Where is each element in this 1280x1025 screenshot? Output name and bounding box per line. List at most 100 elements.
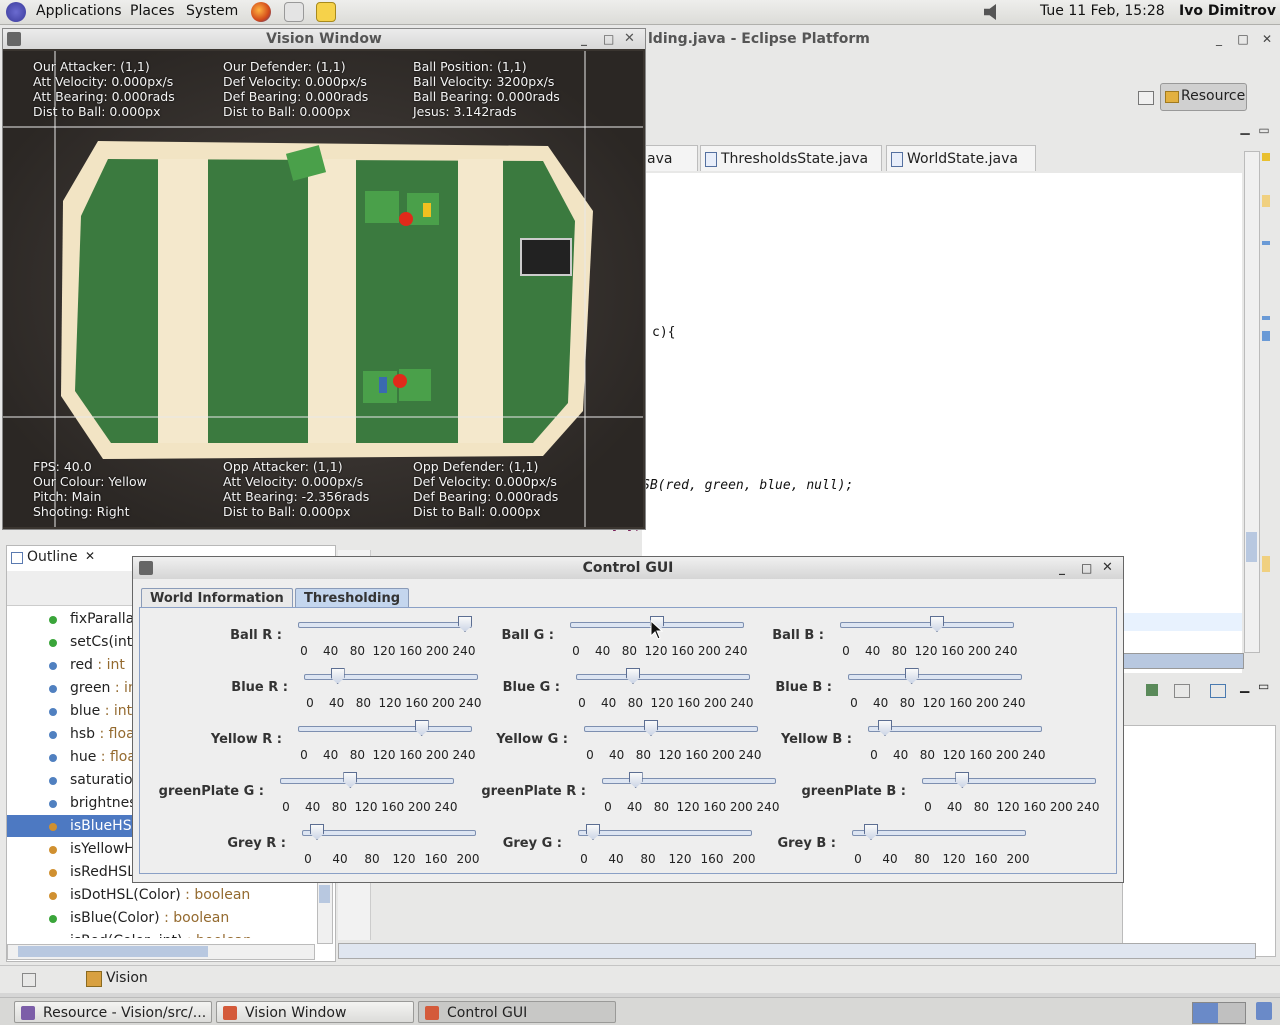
editor-tab-1[interactable]: ava bbox=[644, 145, 698, 171]
tab-thresholding[interactable]: Thresholding bbox=[295, 588, 410, 608]
trash-icon[interactable] bbox=[1256, 1002, 1272, 1020]
outline-item[interactable]: isDotHSL(Color) : boolean bbox=[7, 884, 317, 906]
places-menu[interactable]: Places bbox=[130, 3, 175, 19]
slider-thumb[interactable] bbox=[330, 668, 345, 684]
close-button[interactable]: ✕ bbox=[1260, 32, 1274, 46]
threshold-slider[interactable]: 0 40 80 120 160 200 bbox=[302, 824, 479, 866]
slider-thumb[interactable] bbox=[644, 720, 658, 736]
slider-track[interactable] bbox=[852, 830, 1026, 836]
status-project-label[interactable]: Vision bbox=[106, 970, 148, 986]
slider-track[interactable] bbox=[576, 674, 750, 680]
slider-thumb[interactable] bbox=[414, 720, 429, 736]
slider-track[interactable] bbox=[602, 778, 776, 784]
outline-tab[interactable]: Outline ✕ bbox=[9, 546, 105, 570]
maximize-button[interactable]: □ bbox=[603, 29, 614, 49]
scrollbar-thumb[interactable] bbox=[319, 885, 330, 903]
threshold-slider[interactable]: 0 40 80 120 160 200 bbox=[852, 824, 1029, 866]
close-button[interactable]: ✕ bbox=[1102, 557, 1113, 579]
slider-track[interactable] bbox=[298, 726, 472, 732]
volume-icon[interactable] bbox=[984, 4, 996, 20]
warning-marker[interactable] bbox=[1262, 153, 1270, 161]
minimize-button[interactable]: _ bbox=[581, 29, 587, 49]
mail-icon[interactable] bbox=[284, 2, 304, 22]
task-control-gui[interactable]: Control GUI bbox=[418, 1001, 616, 1023]
editor-maximize-button[interactable]: ▭ bbox=[1257, 123, 1271, 137]
slider-track[interactable] bbox=[304, 674, 478, 680]
scrollbar-thumb[interactable] bbox=[1246, 532, 1257, 562]
editor-tab-thresholdsstate[interactable]: ThresholdsState.java bbox=[700, 145, 882, 171]
slider-thumb[interactable] bbox=[343, 772, 358, 788]
outline-item[interactable]: isBlue(Color) : boolean bbox=[7, 907, 317, 929]
slider-track[interactable] bbox=[578, 830, 752, 836]
outline-item[interactable]: isRed(Color, int) : boolean bbox=[7, 930, 317, 938]
slider-thumb[interactable] bbox=[626, 668, 640, 684]
pin-icon[interactable] bbox=[1146, 684, 1158, 696]
notes-icon[interactable] bbox=[316, 2, 336, 22]
occurrence-marker[interactable] bbox=[1262, 316, 1270, 320]
minimize-view-icon[interactable]: ▁ bbox=[1240, 679, 1249, 693]
threshold-slider[interactable]: 0 40 80 120 160 200 bbox=[578, 824, 755, 866]
slider-thumb[interactable] bbox=[310, 824, 324, 840]
threshold-slider[interactable]: 0 40 80 120 160 200 240 bbox=[584, 720, 761, 762]
workspace-1[interactable] bbox=[1193, 1003, 1218, 1023]
applications-menu[interactable]: Applications bbox=[36, 3, 122, 19]
display-console-icon[interactable] bbox=[1174, 684, 1190, 698]
slider-track[interactable] bbox=[302, 830, 476, 836]
clock[interactable]: Tue 11 Feb, 15:28 bbox=[1040, 3, 1165, 19]
slider-thumb[interactable] bbox=[955, 772, 970, 788]
editor-tab-worldstate[interactable]: WorldState.java bbox=[886, 145, 1036, 171]
threshold-slider[interactable]: 0 40 80 120 160 200 240 bbox=[298, 720, 475, 762]
threshold-slider[interactable]: 0 40 80 120 160 200 240 bbox=[298, 616, 475, 658]
user-name[interactable]: Ivo Dimitrov bbox=[1179, 3, 1276, 19]
editor-minimize-button[interactable]: ▁ bbox=[1238, 121, 1252, 135]
slider-track[interactable] bbox=[280, 778, 454, 784]
slider-thumb[interactable] bbox=[864, 824, 878, 840]
threshold-slider[interactable]: 0 40 80 120 160 200 240 bbox=[280, 772, 457, 814]
occurrence-marker[interactable] bbox=[1262, 331, 1270, 341]
system-menu[interactable]: System bbox=[186, 3, 238, 19]
occurrence-marker[interactable] bbox=[1262, 241, 1270, 245]
slider-track[interactable] bbox=[848, 674, 1022, 680]
threshold-slider[interactable]: 0 40 80 120 160 200 240 bbox=[576, 668, 753, 710]
warning-marker[interactable] bbox=[1262, 195, 1270, 207]
maximize-view-icon[interactable]: ▭ bbox=[1258, 679, 1269, 693]
task-eclipse[interactable]: Resource - Vision/src/... bbox=[14, 1001, 212, 1023]
vision-title-bar[interactable]: Vision Window _ □ ✕ bbox=[3, 29, 645, 49]
slider-thumb[interactable] bbox=[586, 824, 600, 840]
perspective-switch-icon[interactable] bbox=[1138, 91, 1154, 105]
slider-thumb[interactable] bbox=[878, 720, 892, 736]
maximize-button[interactable]: □ bbox=[1236, 32, 1250, 46]
bottom-horizontal-scrollbar[interactable] bbox=[338, 943, 1256, 959]
scrollbar-thumb[interactable] bbox=[18, 946, 208, 957]
slider-track[interactable] bbox=[584, 726, 758, 732]
slider-thumb[interactable] bbox=[628, 772, 643, 788]
threshold-slider[interactable]: 0 40 80 120 160 200 240 bbox=[848, 668, 1025, 710]
threshold-slider[interactable]: 0 40 80 120 160 200 240 bbox=[922, 772, 1099, 814]
slider-track[interactable] bbox=[298, 622, 472, 628]
task-vision-window[interactable]: Vision Window bbox=[216, 1001, 414, 1023]
threshold-slider[interactable]: 0 40 80 120 160 200 240 bbox=[602, 772, 779, 814]
slider-track[interactable] bbox=[922, 778, 1096, 784]
firefox-icon[interactable] bbox=[251, 2, 271, 22]
fast-view-icon[interactable] bbox=[22, 973, 36, 987]
slider-track[interactable] bbox=[840, 622, 1014, 628]
tab-world-information[interactable]: World Information bbox=[141, 588, 293, 608]
warning-marker[interactable] bbox=[1262, 556, 1270, 572]
gnome-foot-icon[interactable] bbox=[6, 2, 26, 22]
close-button[interactable]: ✕ bbox=[624, 29, 635, 49]
editor-horizontal-scrollbar[interactable] bbox=[1120, 653, 1244, 669]
minimize-button[interactable]: _ bbox=[1059, 557, 1065, 579]
slider-thumb[interactable] bbox=[458, 616, 472, 632]
open-console-icon[interactable] bbox=[1210, 684, 1226, 698]
threshold-slider[interactable]: 0 40 80 120 160 200 240 bbox=[868, 720, 1045, 762]
slider-thumb[interactable] bbox=[904, 668, 919, 684]
editor-vertical-scrollbar[interactable] bbox=[1244, 151, 1260, 653]
outline-horizontal-scrollbar[interactable] bbox=[7, 944, 315, 960]
threshold-slider[interactable]: 0 40 80 120 160 200 240 bbox=[840, 616, 1017, 658]
maximize-button[interactable]: □ bbox=[1081, 557, 1092, 579]
slider-thumb[interactable] bbox=[930, 616, 944, 632]
resource-perspective-button[interactable]: Resource bbox=[1160, 83, 1247, 111]
threshold-slider[interactable]: 0 40 80 120 160 200 240 bbox=[304, 668, 481, 710]
control-gui-title-bar[interactable]: Control GUI _ □ ✕ bbox=[133, 557, 1123, 579]
minimize-button[interactable]: _ bbox=[1212, 32, 1226, 46]
